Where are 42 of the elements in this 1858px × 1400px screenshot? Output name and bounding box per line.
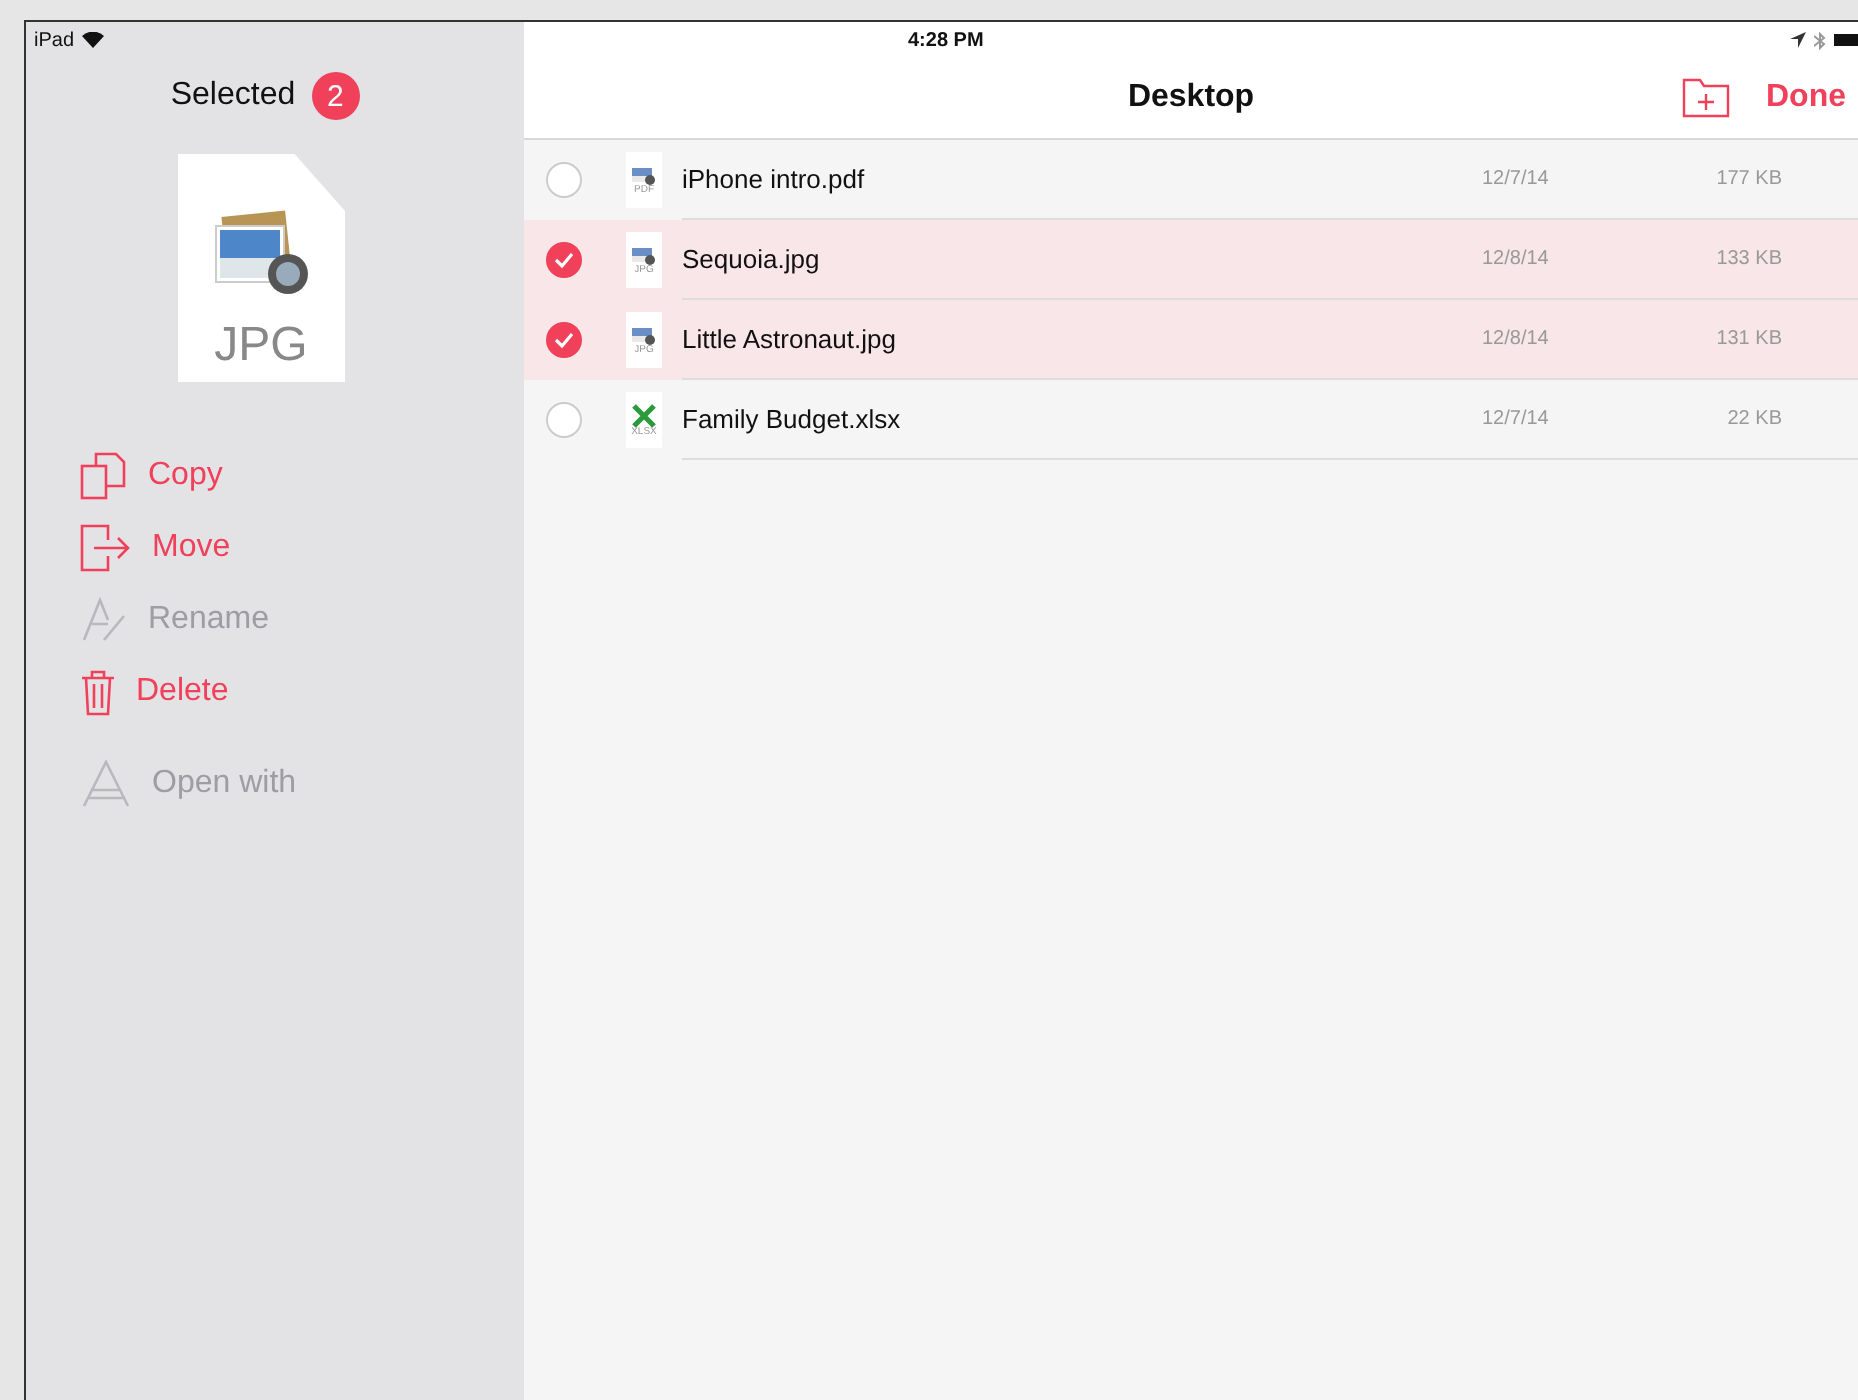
file-size: 133 KB bbox=[1714, 248, 1782, 270]
location-icon bbox=[1790, 32, 1806, 48]
file-name: Sequoia.jpg bbox=[682, 244, 822, 274]
file-name: Little Astronaut.jpg bbox=[682, 324, 898, 354]
move-button[interactable]: Move bbox=[80, 522, 231, 574]
file-type-label: JPG bbox=[214, 318, 308, 374]
picture-icon bbox=[632, 244, 656, 266]
file-date: 12/8/14 bbox=[1482, 328, 1551, 350]
selection-checkbox[interactable] bbox=[546, 242, 582, 278]
selected-title: Selected bbox=[170, 78, 296, 114]
file-date: 12/8/14 bbox=[1482, 248, 1551, 270]
file-date: 12/7/14 bbox=[1482, 408, 1551, 430]
count-badge: 2 bbox=[311, 72, 360, 120]
wifi-icon bbox=[82, 32, 105, 48]
copy-button[interactable]: Copy bbox=[80, 450, 223, 502]
bluetooth-icon bbox=[1814, 31, 1826, 49]
status-time: 4:28 PM bbox=[908, 29, 984, 51]
selection-checkbox[interactable] bbox=[546, 322, 582, 358]
copy-icon bbox=[80, 452, 128, 500]
device-name: iPad bbox=[34, 29, 75, 51]
new-folder-icon[interactable] bbox=[1682, 78, 1730, 118]
selection-checkbox[interactable] bbox=[546, 162, 582, 198]
delete-button[interactable]: Delete bbox=[80, 666, 229, 718]
battery-icon bbox=[1834, 34, 1858, 46]
pen-icon bbox=[80, 596, 128, 644]
checkmark-icon bbox=[554, 332, 574, 348]
selection-checkbox[interactable] bbox=[546, 402, 582, 438]
picture-icon bbox=[632, 324, 656, 346]
file-size: 177 KB bbox=[1714, 168, 1782, 190]
checkmark-icon bbox=[554, 252, 574, 268]
file-date: 12/7/14 bbox=[1482, 168, 1551, 190]
picture-icon bbox=[632, 164, 656, 186]
file-name: iPhone intro.pdf bbox=[682, 164, 867, 194]
x-icon bbox=[632, 403, 656, 427]
move-icon bbox=[80, 524, 132, 572]
file-size: 22 KB bbox=[1725, 408, 1782, 430]
done-button[interactable]: Done bbox=[1766, 80, 1846, 116]
file-size: 131 KB bbox=[1714, 328, 1782, 350]
folder-title: Desktop bbox=[1127, 80, 1255, 116]
file-name: Family Budget.xlsx bbox=[682, 404, 903, 434]
app-icon bbox=[80, 760, 132, 808]
trash-icon bbox=[80, 668, 116, 716]
